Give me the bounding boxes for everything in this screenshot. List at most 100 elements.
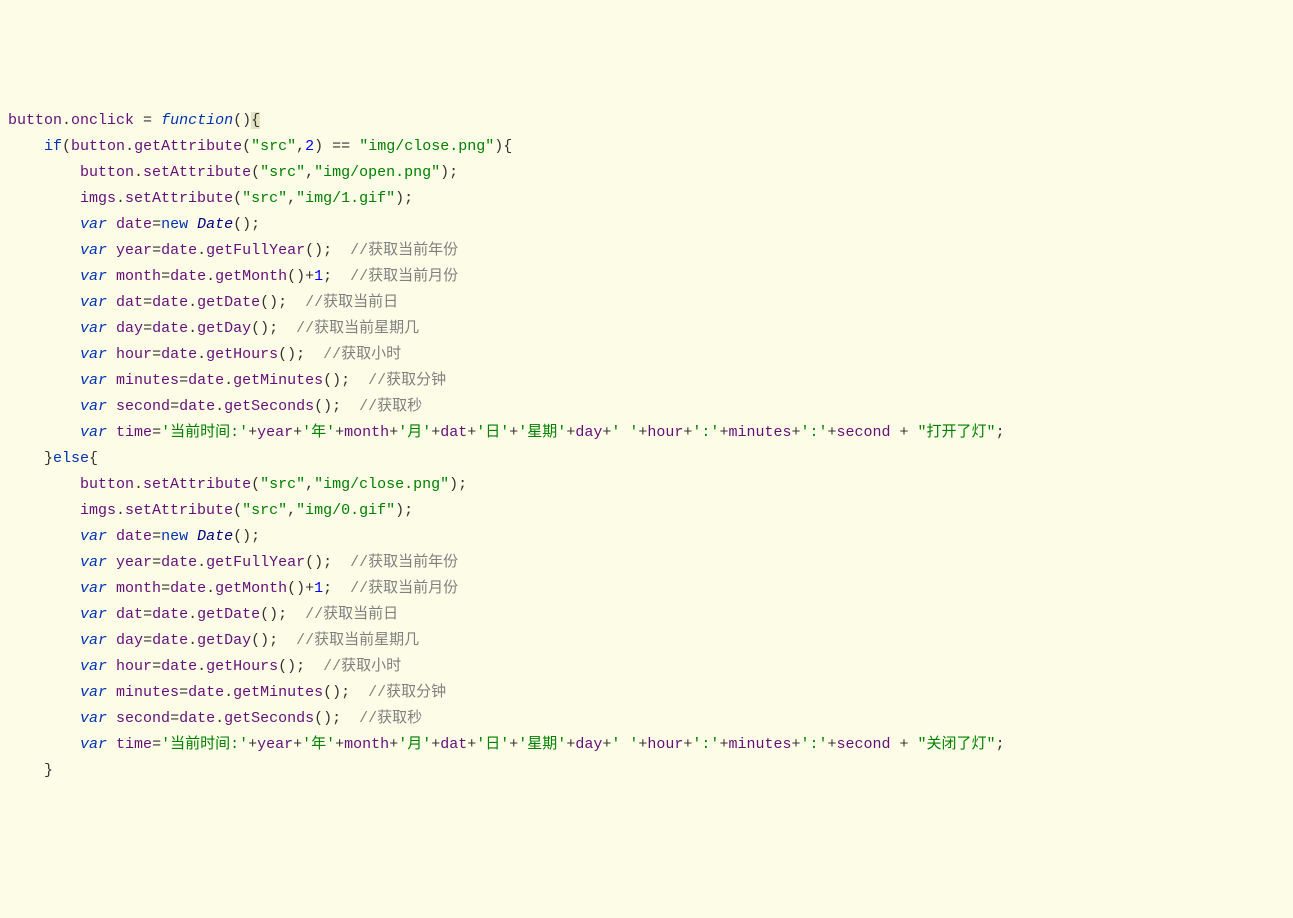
token-ident: dat — [440, 736, 467, 753]
token-punc: . — [188, 632, 197, 649]
token-ident: year — [257, 424, 293, 441]
token-ident: year — [257, 736, 293, 753]
code-line[interactable]: var time='当前时间:'+year+'年'+month+'月'+dat+… — [8, 420, 1285, 446]
token-ident: button — [71, 138, 125, 155]
token-punc — [107, 710, 116, 727]
token-cmt: //获取秒 — [359, 710, 422, 727]
token-punc: . — [224, 684, 233, 701]
code-line[interactable]: var minutes=date.getMinutes(); //获取分钟 — [8, 368, 1285, 394]
code-line[interactable]: var dat=date.getDate(); //获取当前日 — [8, 290, 1285, 316]
token-ident: getHours — [206, 658, 278, 675]
token-ident: getMinutes — [233, 372, 323, 389]
code-line[interactable]: var date=new Date(); — [8, 524, 1285, 550]
token-kw: var — [80, 268, 107, 285]
token-ident: date — [170, 580, 206, 597]
token-ident: getMinutes — [233, 684, 323, 701]
token-ident: onclick — [71, 112, 134, 129]
token-ident: day — [575, 424, 602, 441]
token-punc: + — [828, 736, 837, 753]
token-str: '当前时间:' — [161, 424, 248, 441]
token-str: "src" — [260, 164, 305, 181]
token-str: ':' — [800, 736, 827, 753]
token-ident: date — [170, 268, 206, 285]
code-line[interactable]: if(button.getAttribute("src",2) == "img/… — [8, 134, 1285, 160]
token-ident: second — [837, 736, 891, 753]
token-punc: (); — [305, 242, 350, 259]
code-line[interactable]: var minutes=date.getMinutes(); //获取分钟 — [8, 680, 1285, 706]
token-punc: (); — [278, 346, 323, 363]
token-punc: + — [431, 736, 440, 753]
code-line[interactable]: var day=date.getDay(); //获取当前星期几 — [8, 628, 1285, 654]
code-line[interactable]: var dat=date.getDate(); //获取当前日 — [8, 602, 1285, 628]
token-ident: hour — [647, 736, 683, 753]
token-punc: + — [248, 736, 257, 753]
token-punc: (); — [260, 294, 305, 311]
token-punc: = — [143, 632, 152, 649]
token-ident: hour — [116, 658, 152, 675]
token-ident: hour — [647, 424, 683, 441]
code-line[interactable]: var second=date.getSeconds(); //获取秒 — [8, 706, 1285, 732]
token-str: ':' — [800, 424, 827, 441]
code-line[interactable]: var day=date.getDay(); //获取当前星期几 — [8, 316, 1285, 342]
code-line[interactable]: var hour=date.getHours(); //获取小时 — [8, 654, 1285, 680]
token-punc: (); — [233, 528, 260, 545]
token-punc — [107, 606, 116, 623]
token-ident: dat — [440, 424, 467, 441]
code-line[interactable]: }else{ — [8, 446, 1285, 472]
token-punc: } — [44, 450, 53, 467]
code-line[interactable]: var date=new Date(); — [8, 212, 1285, 238]
token-str: "src" — [260, 476, 305, 493]
code-line[interactable]: var year=date.getFullYear(); //获取当前年份 — [8, 238, 1285, 264]
token-ident: dat — [116, 606, 143, 623]
token-punc: = — [152, 658, 161, 675]
code-editor-viewport[interactable]: button.onclick = function(){ if(button.g… — [8, 108, 1285, 784]
token-str: ' ' — [611, 424, 638, 441]
code-line[interactable]: } — [8, 758, 1285, 784]
token-str: '当前时间:' — [161, 736, 248, 753]
token-punc: + — [335, 736, 344, 753]
token-punc: () — [233, 112, 251, 129]
token-punc: + — [248, 424, 257, 441]
token-punc: + — [467, 424, 476, 441]
token-ident: getMonth — [215, 580, 287, 597]
token-ident: year — [116, 242, 152, 259]
code-line[interactable]: var hour=date.getHours(); //获取小时 — [8, 342, 1285, 368]
code-line[interactable]: imgs.setAttribute("src","img/0.gif"); — [8, 498, 1285, 524]
token-ident: date — [188, 684, 224, 701]
token-ident: getSeconds — [224, 398, 314, 415]
token-punc: ()+ — [287, 580, 314, 597]
token-punc: = — [143, 320, 152, 337]
token-ident: getDate — [197, 294, 260, 311]
code-line[interactable]: button.onclick = function(){ — [8, 108, 1285, 134]
token-punc — [188, 528, 197, 545]
token-ident: second — [837, 424, 891, 441]
token-punc: (); — [260, 606, 305, 623]
token-punc: = — [134, 112, 161, 129]
token-str: "打开了灯" — [918, 424, 996, 441]
token-ident: date — [152, 320, 188, 337]
code-line[interactable]: var month=date.getMonth()+1; //获取当前月份 — [8, 576, 1285, 602]
code-line[interactable]: var time='当前时间:'+year+'年'+month+'月'+dat+… — [8, 732, 1285, 758]
token-punc: = — [161, 268, 170, 285]
code-line[interactable]: button.setAttribute("src","img/close.png… — [8, 472, 1285, 498]
token-str: "img/close.png" — [314, 476, 449, 493]
token-str: "img/open.png" — [314, 164, 440, 181]
code-line[interactable]: var second=date.getSeconds(); //获取秒 — [8, 394, 1285, 420]
code-line[interactable]: button.setAttribute("src","img/open.png"… — [8, 160, 1285, 186]
token-punc: ); — [440, 164, 458, 181]
token-punc: . — [224, 372, 233, 389]
token-ident: date — [116, 216, 152, 233]
token-punc: ( — [233, 502, 242, 519]
token-punc: + — [638, 736, 647, 753]
token-punc: = — [152, 346, 161, 363]
code-line[interactable]: imgs.setAttribute("src","img/1.gif"); — [8, 186, 1285, 212]
token-punc: ; — [996, 736, 1005, 753]
token-punc: (); — [323, 684, 368, 701]
token-ident: month — [116, 580, 161, 597]
token-punc: = — [152, 554, 161, 571]
code-line[interactable]: var month=date.getMonth()+1; //获取当前月份 — [8, 264, 1285, 290]
token-ident: time — [116, 424, 152, 441]
token-punc: + — [293, 424, 302, 441]
code-line[interactable]: var year=date.getFullYear(); //获取当前年份 — [8, 550, 1285, 576]
token-ident: date — [152, 632, 188, 649]
